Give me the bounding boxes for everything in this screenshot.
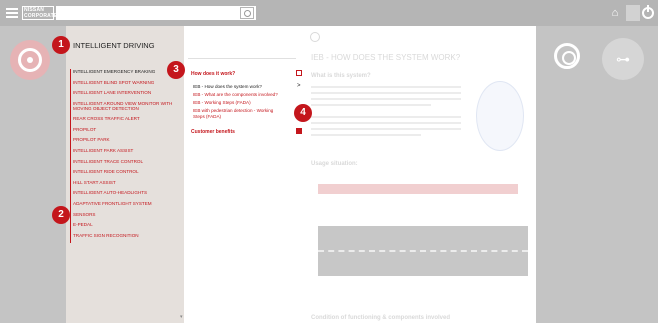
marker-3: 3 bbox=[167, 61, 185, 79]
text-line bbox=[311, 116, 461, 118]
help-label: ? bbox=[629, 7, 637, 18]
steering-wheel-icon[interactable] bbox=[10, 40, 50, 80]
section-how-does-it-work[interactable]: How does it work? bbox=[191, 71, 235, 77]
marker-4: 4 bbox=[294, 104, 312, 122]
home-icon[interactable]: ⌂ bbox=[608, 7, 622, 19]
sidebar-item-traffic-sign-recognition[interactable]: TRAFFIC SIGN RECOGNITION bbox=[73, 233, 182, 239]
link-icon bbox=[310, 32, 320, 42]
link-ieb-how-does-system-work[interactable]: IEB - How does the system work? bbox=[193, 84, 289, 90]
divider bbox=[188, 58, 296, 59]
help-icon[interactable]: ? bbox=[626, 5, 640, 21]
sidebar-item-propilot-park[interactable]: PROPILOT PARK bbox=[73, 137, 182, 143]
link-ieb-working-steps[interactable]: IEB - Working Steps (FADA) bbox=[193, 100, 289, 106]
lane-marking bbox=[318, 250, 528, 252]
section-subtitle: What is this system? bbox=[311, 73, 371, 79]
tire-icon[interactable] bbox=[554, 43, 580, 69]
power-icon[interactable] bbox=[642, 5, 654, 19]
top-bar: NISSAN CORPORATE ⌂ ? bbox=[0, 0, 658, 26]
sidebar-item-lane-intervention[interactable]: INTELLIGENT LANE INTERVENTION bbox=[73, 90, 182, 96]
car-illustration bbox=[476, 81, 524, 151]
marker-2: 2 bbox=[52, 206, 70, 224]
sub-menu-panel: How does it work? IEB - How does the sys… bbox=[184, 26, 304, 323]
sidebar-item-around-view-monitor[interactable]: INTELLIGENT AROUND VIEW MONITOR WITH MOV… bbox=[73, 101, 182, 112]
text-line bbox=[311, 122, 461, 124]
section-customer-benefits[interactable]: Customer benefits bbox=[191, 129, 235, 135]
text-line bbox=[311, 104, 431, 106]
marker-1: 1 bbox=[52, 36, 70, 54]
sidebar-item-park-assist[interactable]: INTELLIGENT PARK ASSIST bbox=[73, 148, 182, 154]
content-area: IEB - HOW DOES THE SYSTEM WORK? What is … bbox=[304, 26, 536, 323]
info-banner bbox=[318, 184, 518, 194]
expand-toggle-icon[interactable] bbox=[296, 128, 302, 134]
sidebar-item-ride-control[interactable]: INTELLIGENT RIDE CONTROL bbox=[73, 169, 182, 175]
brand-text: NISSAN CORPORATE bbox=[24, 7, 58, 19]
text-line bbox=[311, 128, 461, 130]
collapse-toggle-icon[interactable] bbox=[296, 70, 302, 76]
sidebar-item-blind-spot-warning[interactable]: INTELLIGENT BLIND SPOT WARNING bbox=[73, 80, 182, 86]
text-line bbox=[311, 86, 461, 88]
sensor-icon: ⊶ bbox=[616, 51, 630, 67]
chevron-right-icon: > bbox=[297, 83, 301, 89]
sidebar-item-propilot[interactable]: PROPILOT bbox=[73, 127, 182, 133]
page-title: IEB - HOW DOES THE SYSTEM WORK? bbox=[311, 53, 461, 62]
sidebar-item-sensors[interactable]: SENSORS bbox=[73, 212, 182, 218]
sidebar-item-e-pedal[interactable]: E-PEDAL bbox=[73, 222, 182, 228]
text-line bbox=[311, 98, 461, 100]
usage-situation-label: Usage situation: bbox=[311, 161, 358, 167]
link-ieb-components[interactable]: IEB - What are the components involved? bbox=[193, 92, 289, 98]
sidebar-item-auto-headlights[interactable]: INTELLIGENT AUTO-HEADLIGHTS bbox=[73, 190, 182, 196]
sidebar-header: INTELLIGENT DRIVING bbox=[73, 41, 155, 50]
search-input[interactable] bbox=[56, 6, 256, 20]
sidebar-item-trace-control[interactable]: INTELLIGENT TRACE CONTROL bbox=[73, 159, 182, 165]
text-line bbox=[311, 92, 461, 94]
sidebar-item-rear-cross-traffic-alert[interactable]: REAR CROSS TRAFFIC ALERT bbox=[73, 116, 182, 122]
sidebar-item-intelligent-emergency-braking[interactable]: INTELLIGENT EMERGENCY BRAKING bbox=[73, 69, 182, 75]
condition-section-label: Condition of functioning & components in… bbox=[311, 315, 450, 321]
sidebar-list: INTELLIGENT EMERGENCY BRAKING INTELLIGEN… bbox=[70, 69, 182, 244]
text-line bbox=[311, 134, 421, 136]
link-ieb-pedestrian-working-steps[interactable]: IEB with pedestrian detection - Working … bbox=[193, 108, 285, 120]
menu-icon[interactable] bbox=[6, 8, 18, 18]
sidebar-item-adaptative-frontlight[interactable]: ADAPTATIVE FRONTLIGHT SYSTEM bbox=[73, 201, 182, 207]
sidebar-item-hill-start-assist[interactable]: HILL START ASSIST bbox=[73, 180, 182, 186]
road-illustration bbox=[318, 226, 528, 276]
search-icon[interactable] bbox=[240, 7, 254, 19]
